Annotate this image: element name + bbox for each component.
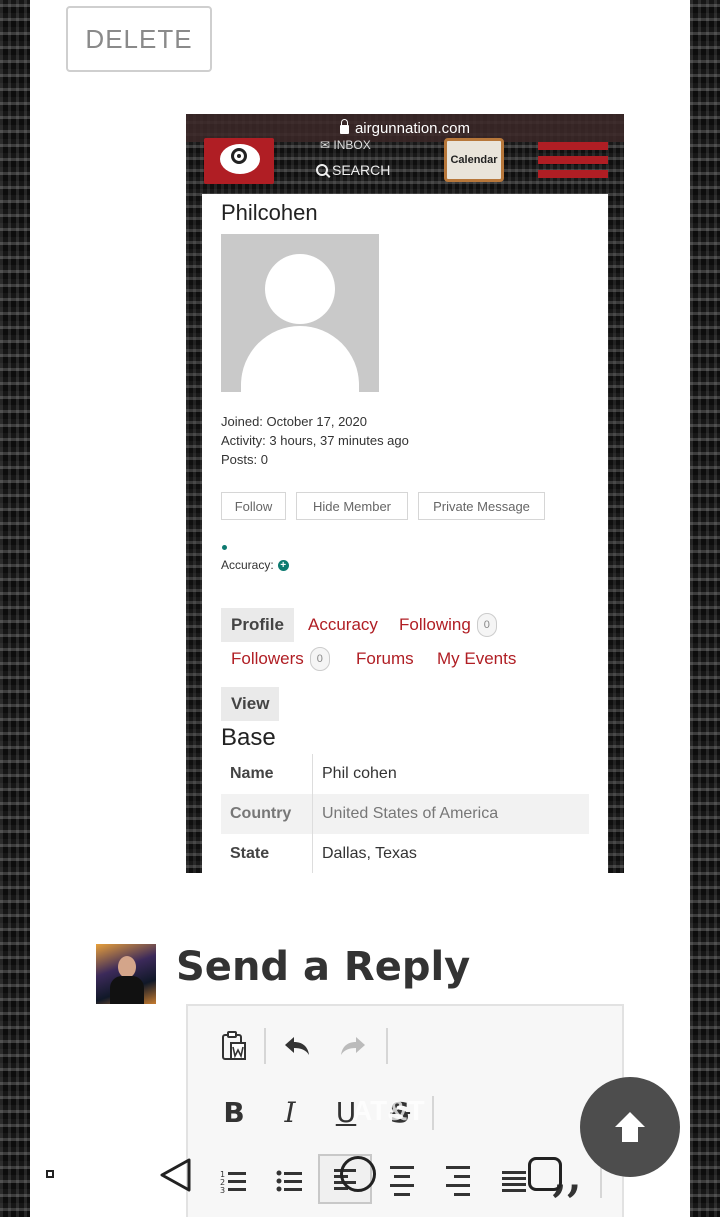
undo-icon[interactable] xyxy=(280,1030,314,1062)
status-dot xyxy=(222,545,227,550)
tab-followers: Followers 0 xyxy=(231,642,330,676)
nav-indicator-icon xyxy=(46,1170,54,1178)
crosshair-icon xyxy=(231,148,247,164)
site-logo xyxy=(204,138,274,184)
search-icon xyxy=(316,164,328,176)
profile-card: Philcohen Joined: October 17, 2020 Activ… xyxy=(202,194,608,873)
activity-text: Activity: 3 hours, 37 minutes ago xyxy=(221,433,409,448)
follow-button: Follow xyxy=(221,492,286,520)
scroll-to-top-button[interactable] xyxy=(580,1077,680,1177)
carbon-fiber-background-left xyxy=(0,0,30,1217)
plus-circle-icon: + xyxy=(277,559,289,571)
default-avatar xyxy=(221,234,379,392)
hamburger-menu-icon xyxy=(538,142,608,184)
lock-icon xyxy=(339,118,349,134)
tab-my-events: My Events xyxy=(437,649,517,668)
delete-button[interactable]: DELETE xyxy=(66,6,212,72)
posts-count: Posts: 0 xyxy=(221,452,268,467)
carbon-fiber-background-right xyxy=(690,0,720,1217)
nav-recents-icon[interactable] xyxy=(528,1157,562,1191)
bold-button[interactable]: B xyxy=(218,1094,250,1130)
field-row: Country United States of America xyxy=(221,794,589,834)
embedded-screenshot: airgunnation.com ✉ INBOX SEARCH Calendar… xyxy=(186,114,624,873)
align-right-icon[interactable] xyxy=(442,1166,474,1196)
content-panel: DELETE airgunnation.com ✉ INBOX SEARCH C… xyxy=(30,0,690,1217)
tab-forums: Forums xyxy=(356,649,414,668)
field-row: Name Phil cohen xyxy=(221,754,589,794)
calendar-icon: Calendar xyxy=(444,138,504,182)
following-count-badge: 0 xyxy=(476,613,497,637)
followers-count-badge: 0 xyxy=(309,647,330,671)
user-avatar xyxy=(96,944,156,1004)
carrier-ghost-text: AT&T xyxy=(352,1095,425,1126)
tab-view: View xyxy=(221,687,280,721)
joined-date: Joined: October 17, 2020 xyxy=(221,414,367,429)
url-text: airgunnation.com xyxy=(354,119,471,137)
arrow-up-icon xyxy=(615,1112,645,1142)
redo-icon[interactable] xyxy=(336,1030,370,1062)
tab-following: Following 0 xyxy=(399,608,497,642)
numbered-list-icon[interactable]: 123 xyxy=(218,1166,250,1196)
svg-text:3: 3 xyxy=(220,1186,225,1194)
accuracy-row: Accuracy: + xyxy=(221,558,289,572)
speech-bubble-icon xyxy=(220,144,260,174)
tab-profile: Profile xyxy=(221,608,294,642)
paste-word-icon[interactable] xyxy=(218,1028,250,1064)
justify-icon[interactable] xyxy=(498,1166,530,1196)
field-row: State Dallas, Texas xyxy=(221,834,589,873)
nav-home-icon[interactable] xyxy=(340,1156,376,1192)
profile-username: Philcohen xyxy=(221,200,318,225)
italic-button[interactable]: I xyxy=(274,1094,306,1130)
section-title: Base xyxy=(221,724,276,751)
bullet-list-icon[interactable] xyxy=(274,1166,306,1196)
tab-accuracy: Accuracy xyxy=(308,615,378,634)
search-link: SEARCH xyxy=(316,162,390,178)
align-center-icon[interactable] xyxy=(386,1166,418,1196)
hide-member-button: Hide Member xyxy=(296,492,408,520)
inbox-link: ✉ INBOX xyxy=(320,138,371,152)
reply-heading: Send a Reply xyxy=(176,944,471,990)
nav-back-icon[interactable] xyxy=(158,1157,192,1197)
private-message-button: Private Message xyxy=(418,492,545,520)
